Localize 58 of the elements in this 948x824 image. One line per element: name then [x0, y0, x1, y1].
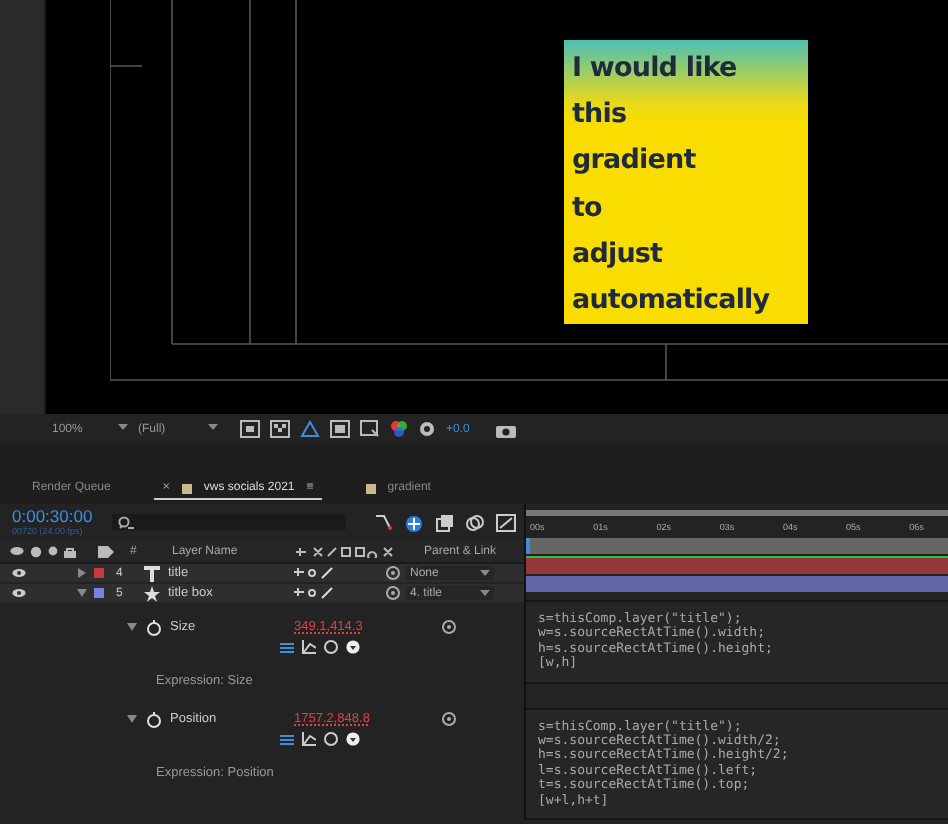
current-time[interactable]: 0:00:30:00: [12, 508, 101, 526]
language-menu-icon[interactable]: [346, 732, 360, 746]
graph-editor-icon[interactable]: [496, 513, 516, 531]
twirl-icon[interactable]: [77, 589, 87, 597]
camera-icon[interactable]: [495, 421, 516, 437]
label-color-swatch[interactable]: [94, 588, 104, 598]
mask-icon[interactable]: [300, 420, 320, 438]
title-text-line: gradient: [572, 142, 698, 181]
audio-icon: [30, 545, 42, 557]
search-icon: [118, 515, 135, 529]
graph-icon[interactable]: [302, 732, 316, 746]
twirl-icon[interactable]: [78, 568, 86, 578]
layer-switches-icon[interactable]: [292, 566, 336, 580]
text-layer-icon: [144, 565, 160, 581]
title-text-line: to: [572, 189, 604, 228]
composition-icon: [181, 483, 192, 493]
layer-duration-bar[interactable]: [526, 556, 948, 574]
composition-icon: [365, 483, 376, 493]
caret-icon[interactable]: [208, 423, 218, 429]
eye-icon[interactable]: [12, 588, 26, 598]
expression-toggle-icon[interactable]: [280, 733, 294, 745]
label-color-swatch[interactable]: [94, 568, 104, 578]
caret-icon[interactable]: [480, 570, 490, 576]
region-icon[interactable]: [360, 420, 380, 438]
star-icon: [144, 585, 160, 601]
twirl-icon[interactable]: [127, 715, 137, 723]
language-menu-icon[interactable]: [346, 640, 360, 654]
transparency-grid-icon[interactable]: [270, 420, 290, 438]
pick-whip-icon[interactable]: [324, 640, 338, 654]
pick-whip-icon[interactable]: [442, 712, 456, 726]
title-text-line: automatically: [572, 282, 772, 321]
color-wheel-icon[interactable]: [390, 420, 408, 438]
caret-icon[interactable]: [480, 590, 490, 596]
label-icon: [98, 545, 114, 557]
layer-switches-icon[interactable]: [292, 586, 336, 600]
motion-blur-icon[interactable]: [466, 513, 484, 531]
graph-icon[interactable]: [302, 640, 316, 654]
expression-toggle-icon[interactable]: [280, 641, 294, 653]
search-field[interactable]: [112, 514, 346, 530]
safe-margins-icon[interactable]: [330, 420, 350, 438]
draft-3d-icon[interactable]: [404, 513, 424, 531]
eye-icon[interactable]: [12, 568, 26, 578]
pick-whip-icon[interactable]: [324, 732, 338, 746]
pick-whip-icon[interactable]: [442, 620, 456, 634]
stopwatch-icon[interactable]: [146, 711, 162, 727]
frame-blending-icon[interactable]: [436, 513, 454, 531]
visibility-icon: [10, 546, 24, 556]
lock-icon: [64, 545, 76, 557]
caret-icon[interactable]: [118, 423, 128, 429]
title-text-line: adjust: [572, 235, 665, 274]
fast-preview-icon[interactable]: [240, 420, 260, 438]
twirl-icon[interactable]: [127, 623, 137, 631]
title-text-line: this: [572, 96, 629, 135]
title-text-line: I would like: [572, 50, 739, 88]
stopwatch-icon[interactable]: [146, 619, 162, 635]
solo-icon: [48, 546, 58, 556]
flowchart-icon[interactable]: [374, 514, 392, 530]
gear-icon[interactable]: [418, 420, 436, 438]
